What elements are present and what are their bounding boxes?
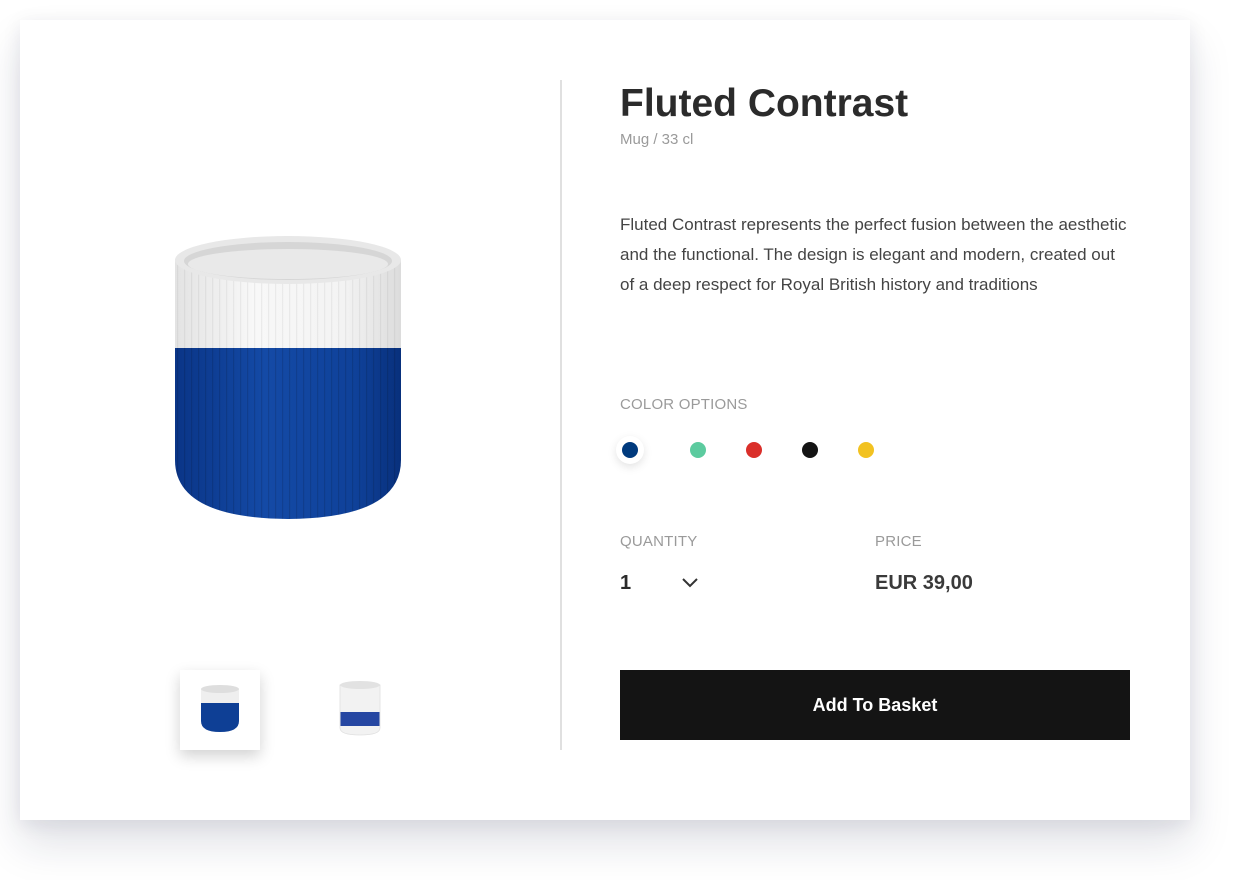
thumbnail-mug-blue[interactable] bbox=[180, 670, 260, 750]
product-description: Fluted Contrast represents the perfect f… bbox=[620, 215, 1127, 294]
thumbnail-mug-white[interactable] bbox=[320, 670, 400, 750]
vertical-divider bbox=[560, 80, 562, 750]
mug-blue-icon bbox=[200, 683, 240, 738]
color-swatch[interactable] bbox=[802, 442, 818, 458]
color-swatch[interactable] bbox=[690, 442, 706, 458]
mug-white-icon bbox=[339, 680, 381, 741]
color-swatch[interactable] bbox=[858, 442, 874, 458]
price-label: PRICE bbox=[875, 533, 922, 550]
product-card: Fluted Contrast Mug / 33 cl Fluted Contr… bbox=[20, 20, 1190, 820]
price-value: EUR 39,00 bbox=[875, 572, 973, 594]
color-swatch[interactable] bbox=[746, 442, 762, 458]
quantity-label: QUANTITY bbox=[620, 533, 698, 550]
product-subtitle: Mug / 33 cl bbox=[620, 131, 694, 148]
chevron-down-icon[interactable] bbox=[680, 575, 700, 591]
color-swatch[interactable] bbox=[622, 442, 638, 458]
quantity-value[interactable]: 1 bbox=[620, 572, 631, 595]
main-product-image bbox=[170, 230, 405, 520]
product-title: Fluted Contrast bbox=[620, 82, 909, 125]
color-options-label: COLOR OPTIONS bbox=[620, 396, 748, 413]
add-to-basket-button[interactable]: Add To Basket bbox=[620, 670, 1130, 740]
